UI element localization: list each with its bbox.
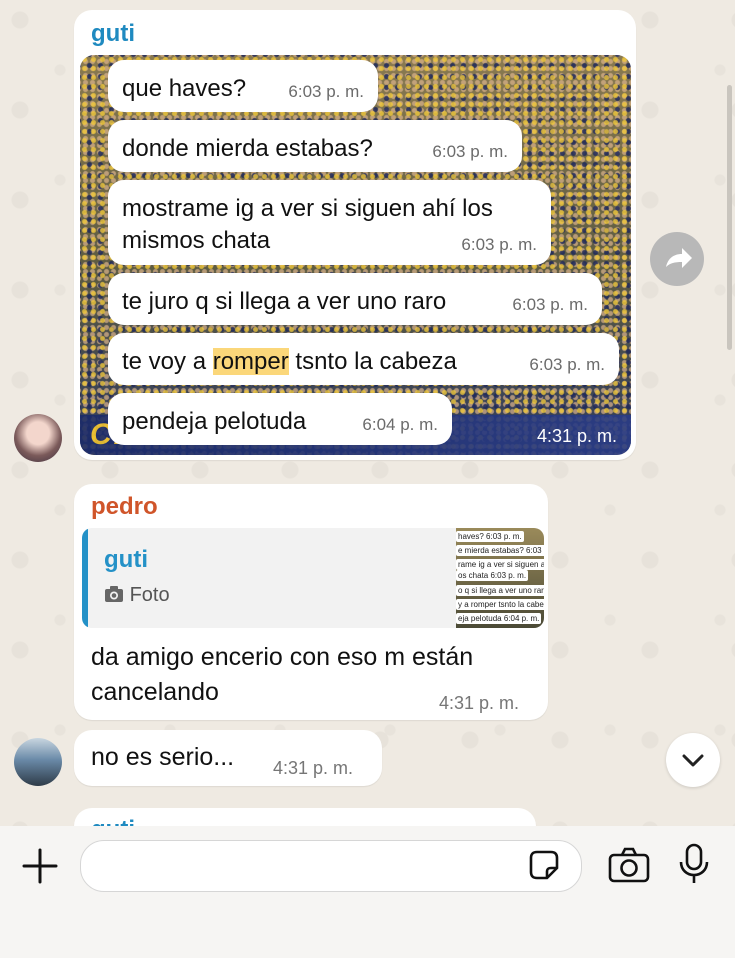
thumb-line: y a romper tsnto la cabeza	[456, 599, 544, 610]
sticker-icon	[529, 850, 559, 880]
quote-accent-bar	[82, 528, 88, 628]
scrollbar[interactable]	[727, 85, 732, 350]
screenshot-message-time: 6:03 p. m.	[432, 142, 508, 161]
screenshot-message-text: donde mierda estabas?	[122, 135, 373, 162]
thumb-line: eja pelotuda 6:04 p. m.	[456, 613, 542, 624]
message-time: 4:31 p. m.	[273, 758, 354, 778]
avatar[interactable]	[14, 738, 62, 786]
scroll-to-bottom-button[interactable]	[666, 733, 720, 787]
screenshot-message-time: 6:04 p. m.	[362, 415, 438, 434]
sender-name: pedro	[91, 493, 158, 520]
message-text: cancelando	[91, 678, 219, 706]
camera-icon	[608, 847, 650, 883]
screenshot-message-time: 6:03 p. m.	[512, 295, 588, 314]
screenshot-message: mostrame ig a ver si siguen ahí los mism…	[108, 180, 551, 265]
photo-attachment[interactable]: CLUB ATLETICO que haves? 6:03 p. m. dond…	[80, 55, 631, 455]
sticker-button[interactable]	[527, 848, 561, 882]
quote-type-label: Foto	[129, 584, 170, 606]
screenshot-message: donde mierda estabas? 6:03 p. m.	[108, 120, 522, 172]
quote-type: Foto	[104, 584, 170, 607]
chevron-down-icon	[682, 754, 704, 767]
screenshot-message: que haves? 6:03 p. m.	[108, 60, 378, 112]
microphone-icon	[679, 843, 709, 883]
microphone-button[interactable]	[678, 843, 710, 885]
text-before: te voy a	[122, 348, 213, 375]
sender-name: guti	[91, 20, 135, 47]
camera-icon	[105, 586, 123, 602]
screenshot-message-text: que haves?	[122, 75, 247, 102]
text-after: tsnto la cabeza	[288, 348, 457, 375]
screenshot-message-text: te voy a romper tsnto la cabeza	[122, 347, 457, 377]
screenshot-message: pendeja pelotuda 6:04 p. m.	[108, 393, 452, 445]
screenshot-message-time: 6:03 p. m.	[529, 355, 605, 374]
message-text: da amigo encerio con eso m están	[91, 643, 474, 671]
screenshot-message-time: 6:03 p. m.	[461, 235, 537, 254]
thumb-line: rame ig a ver si siguen ahí los	[456, 559, 544, 570]
attach-button[interactable]	[20, 846, 60, 886]
avatar[interactable]	[14, 414, 62, 462]
screenshot-message-text: pendeja pelotuda	[122, 408, 307, 435]
quote-author: guti	[104, 546, 148, 573]
thumb-line: os chata 6:03 p. m.	[456, 570, 529, 581]
screenshot-message-time: 6:03 p. m.	[288, 82, 364, 101]
forward-button[interactable]	[650, 232, 704, 286]
screenshot-message-text: mostrame ig a ver si siguen ahí los	[122, 195, 493, 222]
screenshot-message: te voy a romper tsnto la cabeza 6:03 p. …	[108, 333, 619, 385]
plus-icon	[22, 848, 58, 884]
quote-thumbnail: haves? 6:03 p. m. e mierda estabas? 6:03…	[456, 528, 544, 628]
camera-button[interactable]	[608, 846, 650, 884]
thumb-line: haves? 6:03 p. m.	[456, 531, 524, 542]
screenshot-message: te juro q si llega a ver uno raro 6:03 p…	[108, 273, 602, 325]
message-text: no es serio...	[91, 743, 235, 771]
thumb-line: o q si llega a ver uno raro 6:0	[456, 585, 544, 596]
screenshot-message-text: mismos chata	[122, 227, 271, 254]
quoted-message[interactable]: guti Foto haves? 6:03 p. m. e mierda est…	[82, 528, 544, 628]
message-time: 4:31 p. m.	[439, 693, 520, 713]
thumb-line: e mierda estabas? 6:03 p. m.	[456, 545, 544, 556]
search-highlight: romper	[212, 348, 289, 375]
message-time: 4:31 p. m.	[536, 426, 617, 446]
screenshot-message-text: te juro q si llega a ver uno raro	[122, 288, 447, 315]
forward-icon	[666, 248, 692, 268]
message-input[interactable]	[80, 840, 582, 892]
